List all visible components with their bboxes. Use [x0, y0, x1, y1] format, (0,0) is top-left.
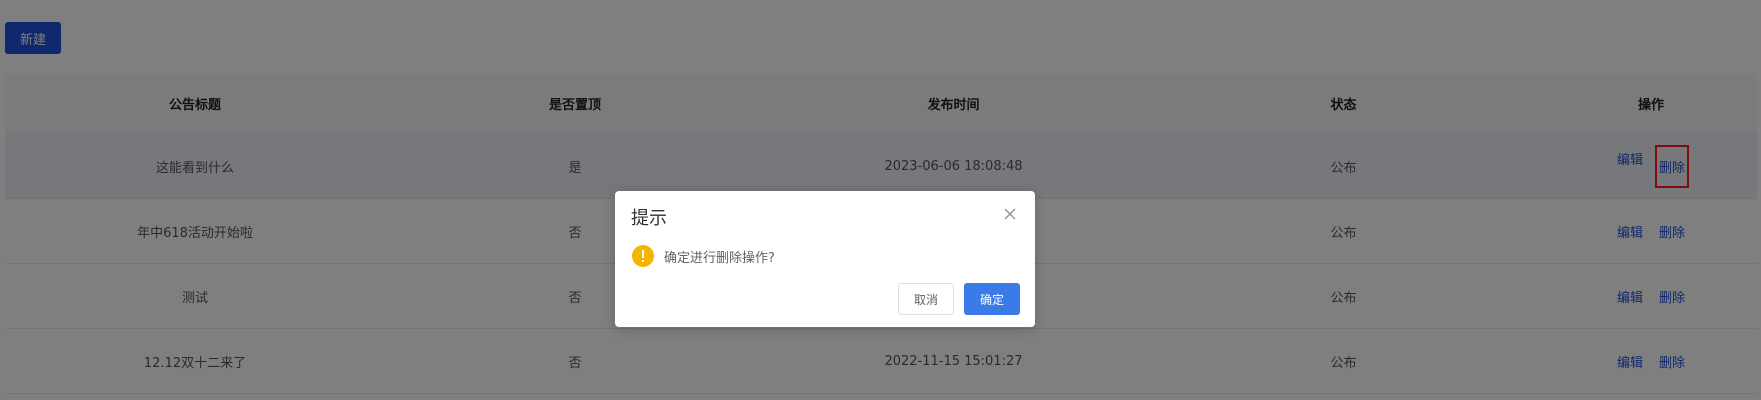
- confirm-dialog: 提示 确定进行删除操作? 取消 确定: [615, 191, 1035, 327]
- confirm-button[interactable]: 确定: [964, 283, 1020, 315]
- close-icon[interactable]: [1001, 205, 1019, 223]
- dialog-body: 确定进行删除操作?: [632, 245, 775, 267]
- cancel-button[interactable]: 取消: [898, 283, 954, 315]
- dialog-title: 提示: [631, 208, 667, 229]
- warning-icon: [632, 245, 654, 267]
- dialog-footer: 取消 确定: [898, 283, 1020, 315]
- dialog-message: 确定进行删除操作?: [664, 250, 775, 266]
